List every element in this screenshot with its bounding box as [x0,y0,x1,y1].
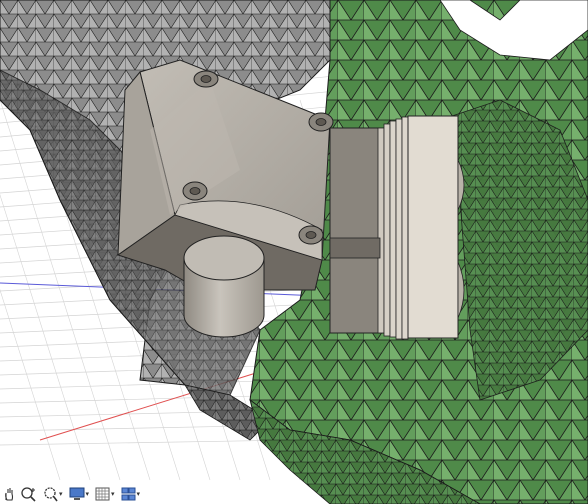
bolt-hole [200,75,212,83]
viewports-button[interactable]: ▾ [119,485,143,503]
zoom-button[interactable] [18,485,40,503]
heat-sink-fins[interactable] [329,115,465,340]
cylinder-boss[interactable] [183,235,265,338]
chevron-down-icon: ▾ [59,490,63,498]
grid-button[interactable]: ▾ [93,485,117,503]
background-plane-edge [0,440,290,480]
chevron-down-icon: ▾ [111,490,115,498]
bolt-hole [305,231,317,239]
bolt-hole [315,118,327,126]
chevron-down-icon: ▾ [85,490,90,498]
pan-button[interactable] [2,485,16,503]
zoom-window-button[interactable]: ▾ [42,485,65,503]
display-settings-button[interactable]: ▾ [67,485,92,503]
bolt-hole [189,187,201,195]
navigation-toolbar: ▾ ▾ ▾ ▾ [0,484,177,504]
zoom-window-icon [44,486,58,502]
chevron-down-icon: ▾ [136,490,141,498]
grid-snap-icon [95,487,110,501]
viewports-icon [121,487,136,501]
display-settings-icon [69,487,85,501]
pan-hand-icon [4,487,14,501]
3d-viewport[interactable] [0,0,588,504]
zoom-icon [20,486,38,502]
